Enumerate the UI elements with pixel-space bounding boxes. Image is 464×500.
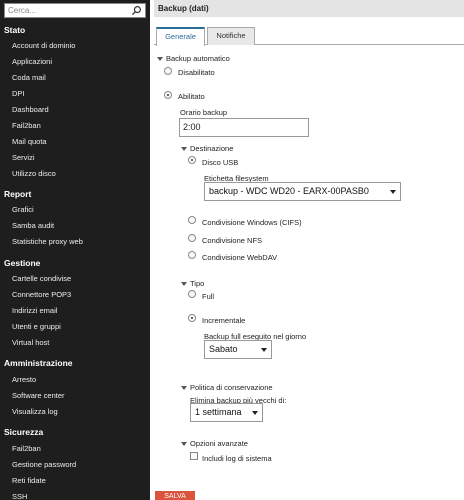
collapse-caret-icon[interactable]	[181, 442, 187, 446]
webdav-label: Condivisione WebDAV	[202, 253, 278, 262]
fs-select[interactable]: backup - WDC WD20 - EARX-00PASB0	[204, 182, 401, 201]
enabled-label: Abilitato	[178, 92, 205, 101]
sidebar-item-indirizzi-email[interactable]: Indirizzi email	[12, 306, 57, 315]
collapse-caret-icon[interactable]	[157, 57, 163, 61]
chevron-down-icon	[261, 348, 267, 352]
sidebar-item-dpi[interactable]: DPI	[12, 89, 25, 98]
sidebar-item-grafici[interactable]: Grafici	[12, 205, 34, 214]
include-logs-checkbox[interactable]	[190, 452, 198, 460]
section-amministrazione: Amministrazione	[4, 358, 73, 368]
sidebar-item-cartelle-condivise[interactable]: Cartelle condivise	[12, 274, 71, 283]
section-stato: Stato	[4, 25, 26, 35]
sidebar-item-account-di-dominio[interactable]: Account di dominio	[12, 41, 75, 50]
sidebar-item-coda-mail[interactable]: Coda mail	[12, 73, 46, 82]
main-content: Backup (dati) Generale Notifiche Backup …	[150, 0, 464, 500]
incremental-radio[interactable]	[188, 314, 196, 322]
sidebar-item-arresto[interactable]: Arresto	[12, 375, 36, 384]
section-gestione: Gestione	[4, 258, 41, 268]
sidebar-item-samba-audit[interactable]: Samba audit	[12, 221, 54, 230]
delete-select[interactable]: 1 settimana	[190, 403, 263, 422]
disabled-radio[interactable]	[164, 67, 172, 75]
collapse-caret-icon[interactable]	[181, 282, 187, 286]
enabled-radio[interactable]	[164, 91, 172, 99]
sidebar-item-applicazioni[interactable]: Applicazioni	[12, 57, 52, 66]
retention-section-title: Politica di conservazione	[190, 383, 273, 392]
collapse-caret-icon[interactable]	[181, 147, 187, 151]
fs-select-value: backup - WDC WD20 - EARX-00PASB0	[209, 186, 369, 196]
full-day-select[interactable]: Sabato	[204, 340, 272, 359]
time-label: Orario backup	[180, 108, 228, 117]
delete-select-value: 1 settimana	[195, 407, 242, 417]
full-radio[interactable]	[188, 290, 196, 298]
sidebar-item-utilizzo-disco[interactable]: Utilizzo disco	[12, 169, 56, 178]
full-day-select-value: Sabato	[209, 344, 238, 354]
sidebar: Stato Account di dominio Applicazioni Co…	[0, 0, 150, 500]
type-section-title: Tipo	[190, 279, 205, 288]
save-button[interactable]: SALVA	[155, 491, 195, 500]
sidebar-item-fail2ban[interactable]: Fail2ban	[12, 121, 41, 130]
sidebar-item-virtual-host[interactable]: Virtual host	[12, 338, 49, 347]
webdav-radio[interactable]	[188, 251, 196, 259]
page-header: Backup (dati)	[154, 0, 464, 17]
destination-section-title: Destinazione	[190, 144, 234, 153]
sidebar-item-dashboard[interactable]: Dashboard	[12, 105, 49, 114]
sidebar-item-utenti-e-gruppi[interactable]: Utenti e gruppi	[12, 322, 61, 331]
sidebar-item-connettore-pop3[interactable]: Connettore POP3	[12, 290, 71, 299]
sidebar-item-ssh[interactable]: SSH	[12, 492, 27, 500]
sidebar-item-software-center[interactable]: Software center	[12, 391, 65, 400]
search-box[interactable]	[4, 3, 146, 18]
sidebar-item-mail-quota[interactable]: Mail quota	[12, 137, 47, 146]
tab-bar: Generale Notifiche	[154, 25, 464, 46]
section-report: Report	[4, 189, 32, 199]
include-logs-label: Includi log di sistema	[202, 454, 272, 463]
tab-generale[interactable]: Generale	[156, 27, 205, 46]
cifs-radio[interactable]	[188, 216, 196, 224]
disabled-label: Disabilitato	[178, 68, 215, 77]
time-input[interactable]: 2:00	[179, 118, 309, 137]
collapse-caret-icon[interactable]	[181, 386, 187, 390]
nfs-radio[interactable]	[188, 234, 196, 242]
page-title: Backup (dati)	[158, 4, 209, 13]
section-sicurezza: Sicurezza	[4, 427, 44, 437]
nfs-label: Condivisione NFS	[202, 236, 263, 245]
sidebar-item-statistiche-proxy-web[interactable]: Statistiche proxy web	[12, 237, 83, 246]
sidebar-item-servizi[interactable]: Servizi	[12, 153, 35, 162]
incremental-label: Incrementale	[202, 316, 246, 325]
advanced-section-title: Opzioni avanzate	[190, 439, 248, 448]
full-label: Full	[202, 292, 215, 301]
sidebar-item-fail2ban-sicurezza[interactable]: Fail2ban	[12, 444, 41, 453]
backup-section-title: Backup automatico	[166, 54, 230, 63]
search-input[interactable]	[5, 4, 129, 17]
search-icon[interactable]	[131, 5, 142, 16]
sidebar-item-reti-fidate[interactable]: Reti fidate	[12, 476, 46, 485]
sidebar-item-gestione-password[interactable]: Gestione password	[12, 460, 76, 469]
usb-label: Disco USB	[202, 158, 239, 167]
chevron-down-icon	[390, 190, 396, 194]
chevron-down-icon	[252, 411, 258, 415]
usb-radio[interactable]	[188, 156, 196, 164]
cifs-label: Condivisione Windows (CIFS)	[202, 218, 302, 227]
sidebar-item-visualizza-log[interactable]: Visualizza log	[12, 407, 58, 416]
tab-notifiche[interactable]: Notifiche	[207, 27, 255, 45]
